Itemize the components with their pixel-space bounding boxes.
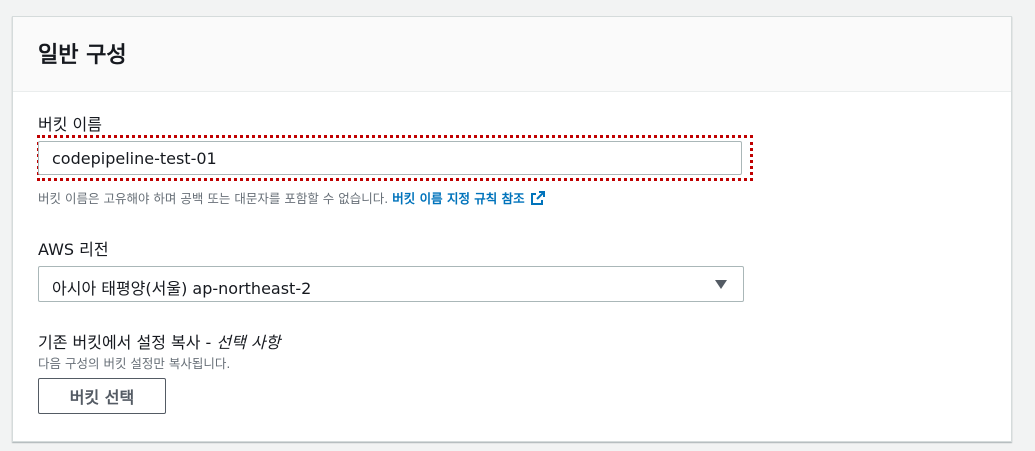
bucket-name-hint: 버킷 이름은 고유해야 하며 공백 또는 대문자를 포함할 수 없습니다. 버킷…	[38, 188, 546, 207]
panel-title: 일반 구성	[38, 43, 127, 68]
region-label: AWS 리전	[38, 240, 109, 259]
region-select[interactable]: 아시아 태평양(서울) ap-northeast-2	[38, 266, 744, 302]
panel-header: 일반 구성	[13, 17, 1011, 92]
bucket-naming-rules-link[interactable]: 버킷 이름 지정 규칙 참조	[392, 191, 545, 206]
region-selected-value: 아시아 태평양(서울) ap-northeast-2	[52, 279, 312, 298]
bucket-name-label: 버킷 이름	[38, 115, 102, 134]
choose-bucket-button[interactable]: 버킷 선택	[38, 378, 166, 414]
external-link-icon	[530, 191, 545, 205]
copy-settings-label-text: 기존 버킷에서 설정 복사 -	[38, 333, 217, 352]
bucket-name-input[interactable]	[38, 141, 742, 175]
bucket-naming-rules-link-label: 버킷 이름 지정 규칙 참조	[392, 191, 525, 206]
copy-settings-label: 기존 버킷에서 설정 복사 - 선택 사항	[38, 329, 280, 353]
general-config-panel: 일반 구성 버킷 이름 버킷 이름은 고유해야 하며 공백 또는 대문자를 포함…	[12, 16, 1012, 442]
copy-settings-description: 다음 구성의 버킷 설정만 복사됩니다.	[38, 356, 231, 371]
caret-down-icon	[715, 280, 727, 289]
optional-tag: 선택 사항	[216, 333, 281, 352]
bucket-name-hint-text: 버킷 이름은 고유해야 하며 공백 또는 대문자를 포함할 수 없습니다.	[38, 191, 389, 206]
